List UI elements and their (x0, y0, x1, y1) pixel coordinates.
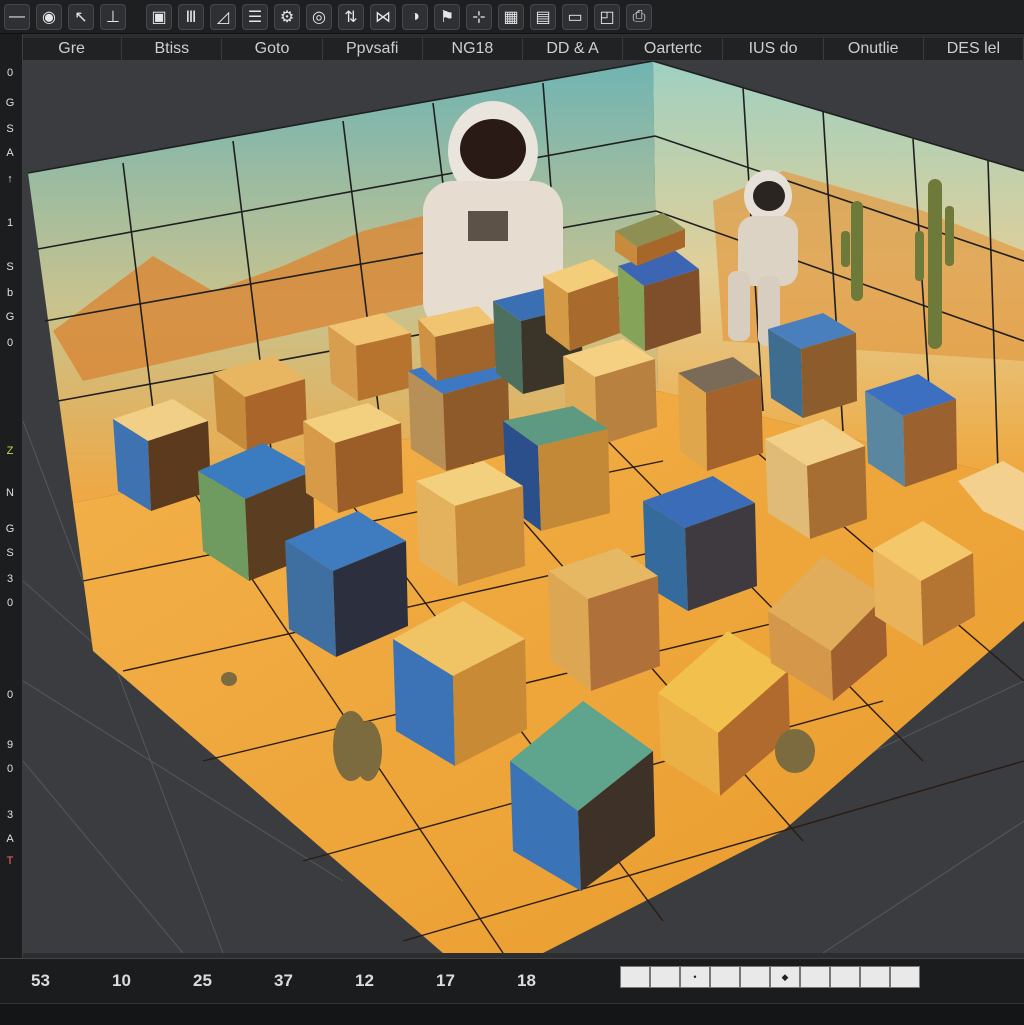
left-panel-item[interactable]: N (0, 482, 20, 504)
keyframe-cell[interactable] (650, 966, 680, 988)
cube[interactable] (303, 403, 403, 513)
gear-icon[interactable]: ⚙ (274, 3, 300, 30)
bowtie-icon[interactable]: ⋈ (370, 3, 396, 30)
timeline-frame-number[interactable]: 17 (405, 971, 486, 991)
menu-item-5[interactable]: DD & A (523, 38, 624, 60)
cube[interactable] (618, 249, 701, 351)
left-panel-item[interactable]: A (0, 828, 20, 850)
left-panel-item[interactable]: 0 (0, 332, 20, 354)
left-panel-item[interactable]: S (0, 256, 20, 278)
arrow-icon[interactable]: ↖ (68, 3, 94, 30)
menu-item-2[interactable]: Goto (222, 38, 323, 60)
left-panel-item[interactable]: ↑ (0, 168, 20, 190)
left-panel-item[interactable]: S (0, 542, 20, 564)
timeline-frame-number[interactable]: 37 (243, 971, 324, 991)
timeline-frame-number[interactable]: 12 (324, 971, 405, 991)
cube[interactable] (678, 357, 763, 471)
left-panel-item[interactable]: 0 (0, 684, 20, 706)
image-icon[interactable]: ▤ (530, 3, 556, 30)
timeline-frame-number[interactable]: 25 (162, 971, 243, 991)
keyframe-cell[interactable] (830, 966, 860, 988)
cube[interactable] (768, 313, 857, 418)
keyframe-track: • ◆ (620, 966, 920, 988)
target-icon[interactable]: ◎ (306, 3, 332, 30)
menu-item-3[interactable]: Ppvsafi (323, 38, 423, 60)
toolbar-separator (132, 4, 140, 30)
keyframe-cell[interactable] (710, 966, 740, 988)
window-icon[interactable]: ▭ (562, 3, 588, 30)
viewport-scene (23, 61, 1024, 953)
timeline-bar: 53 10 25 37 12 17 18 • ◆ (0, 958, 1024, 1003)
clipboard-icon[interactable]: ▣ (146, 3, 172, 30)
calendar-icon[interactable]: ▦ (498, 3, 524, 30)
cube[interactable] (328, 313, 413, 401)
3d-viewport[interactable] (23, 61, 1024, 953)
timeline-frame-number[interactable]: 10 (81, 971, 162, 991)
left-panel-item[interactable]: 3 (0, 568, 20, 590)
cube[interactable] (416, 461, 525, 586)
menu-item-8[interactable]: Onutlie (824, 38, 924, 60)
left-panel-item[interactable]: G (0, 518, 20, 540)
left-panel-item[interactable]: G (0, 306, 20, 328)
sound-icon[interactable]: ◑ (402, 3, 428, 30)
keyframe-cell[interactable]: ◆ (770, 966, 800, 988)
keyframe-cell[interactable] (890, 966, 920, 988)
cube[interactable] (418, 306, 497, 381)
shield-icon[interactable]: ◉ (36, 3, 62, 30)
save-icon[interactable]: ⎙ (626, 3, 652, 30)
menu-item-0[interactable]: Gre (22, 38, 123, 60)
left-panel-item[interactable]: 9 (0, 734, 20, 756)
menu-item-9[interactable]: DES lel (924, 38, 1024, 60)
frame-icon[interactable]: ◰ (594, 3, 620, 30)
keyframe-cell[interactable] (740, 966, 770, 988)
cube[interactable] (643, 476, 757, 611)
cube[interactable] (113, 399, 211, 511)
left-tool-panel: 0 G S A ↑ 1 S b G 0 Z N G S 3 0 0 9 0 3 … (0, 34, 23, 960)
left-panel-item[interactable]: 3 (0, 804, 20, 826)
cube[interactable] (548, 548, 660, 691)
left-panel-item[interactable]: 0 (0, 758, 20, 780)
grid-icon[interactable]: Ⅲ (178, 3, 204, 30)
scale-icon[interactable]: ⊹ (466, 3, 492, 30)
menu-item-4[interactable]: NG18 (423, 38, 524, 60)
menu-bar: Gre Btiss Goto Ppvsafi NG18 DD & A Oarte… (22, 38, 1024, 61)
left-panel-item-alert[interactable]: T (0, 850, 20, 872)
menu-item-6[interactable]: Oartertc (623, 38, 724, 60)
left-panel-item[interactable]: G (0, 92, 20, 114)
left-panel-item-active[interactable]: Z (0, 440, 20, 462)
timeline-frame-number[interactable]: 53 (0, 971, 81, 991)
axis-icon[interactable]: ⊥ (100, 3, 126, 30)
left-panel-item[interactable]: 1 (0, 212, 20, 234)
left-panel-item[interactable]: 0 (0, 62, 20, 84)
keyframe-cell[interactable] (800, 966, 830, 988)
left-panel-item[interactable]: b (0, 282, 20, 304)
status-bar (0, 1003, 1024, 1025)
menu-item-1[interactable]: Btiss (122, 38, 223, 60)
flag-icon[interactable]: ⚑ (434, 3, 460, 30)
keyframe-cell[interactable] (860, 966, 890, 988)
keyframe-cell[interactable] (620, 966, 650, 988)
pen-icon[interactable]: ◿ (210, 3, 236, 30)
lines-icon[interactable]: ☰ (242, 3, 268, 30)
left-panel-item[interactable]: S (0, 118, 20, 140)
left-panel-item[interactable]: A (0, 142, 20, 164)
timeline-frame-number[interactable]: 18 (486, 971, 567, 991)
left-panel-item[interactable]: 0 (0, 592, 20, 614)
menu-item-7[interactable]: IUS do (723, 38, 824, 60)
top-toolbar: — ◉ ↖ ⊥ ▣ Ⅲ ◿ ☰ ⚙ ◎ ⇅ ⋈ ◑ ⚑ ⊹ ▦ ▤ ▭ ◰ ⎙ (0, 0, 1024, 34)
minus-icon[interactable]: — (4, 3, 30, 30)
transform-icon[interactable]: ⇅ (338, 3, 364, 30)
keyframe-cell[interactable]: • (680, 966, 710, 988)
